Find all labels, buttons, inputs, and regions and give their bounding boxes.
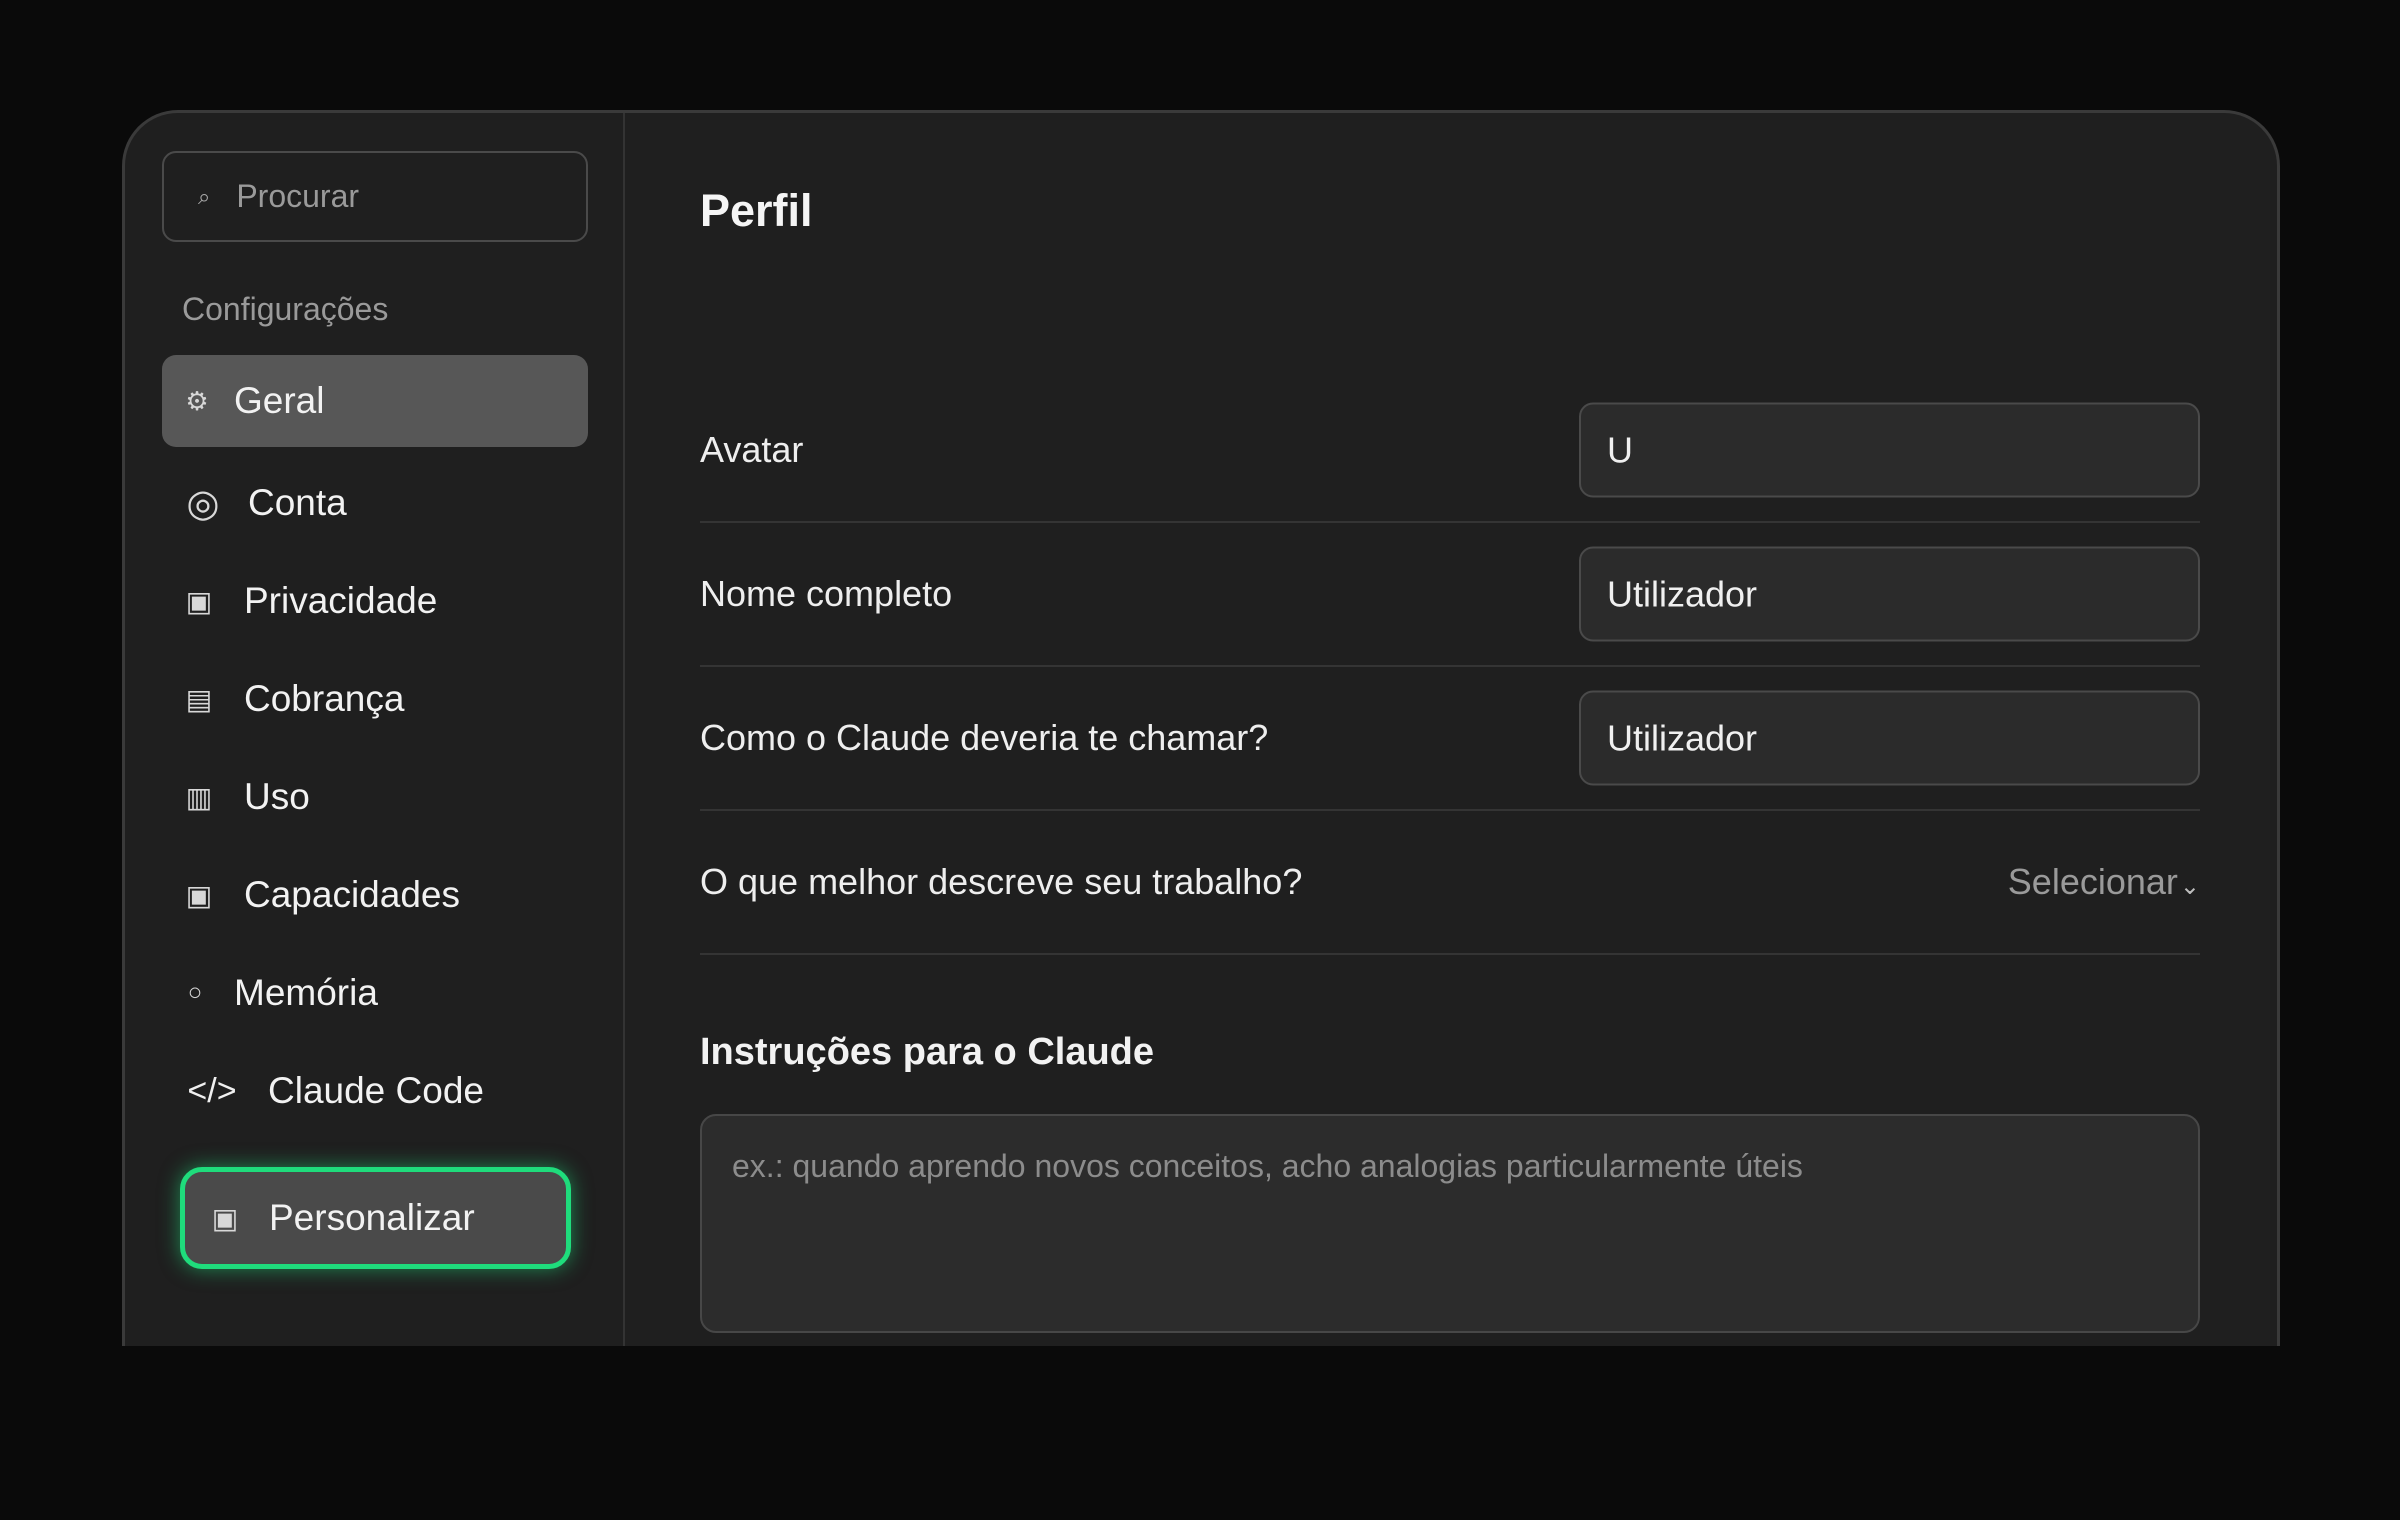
call-name-row: Como o Claude deveria te chamar? Utiliza… xyxy=(700,667,2200,811)
chevron-down-icon: ⌄ xyxy=(2179,873,2200,900)
sidebar-item-label: Uso xyxy=(244,776,310,817)
billing-icon: ▤ xyxy=(185,683,213,715)
search-placeholder: Procurar xyxy=(236,178,360,214)
sidebar-item-privacidade[interactable]: ▣ Privacidade xyxy=(162,555,588,647)
code-icon: </> xyxy=(187,1071,237,1110)
sidebar-item-label: Claude Code xyxy=(268,1070,484,1111)
settings-section-label: Configurações xyxy=(182,291,389,327)
capabilities-icon: ▣ xyxy=(185,879,213,911)
call-name-label: Como o Claude deveria te chamar? xyxy=(700,717,1269,758)
sidebar-item-label: Geral xyxy=(234,380,325,421)
sidebar-item-uso[interactable]: ▥ Uso xyxy=(162,751,588,843)
work-row: O que melhor descreve seu trabalho? Sele… xyxy=(700,811,2200,955)
sidebar-item-label: Personalizar xyxy=(269,1197,475,1238)
avatar-label: Avatar xyxy=(700,429,804,470)
search-icon: ⌕ xyxy=(198,183,211,209)
sidebar-item-claude-code[interactable]: </> Claude Code xyxy=(162,1045,588,1137)
full-name-row: Nome completo Utilizador xyxy=(700,523,2200,667)
search-input[interactable]: ⌕ Procurar xyxy=(162,151,588,242)
usage-icon: ▥ xyxy=(185,781,213,813)
page-title: Perfil xyxy=(700,185,813,236)
sidebar-item-capacidades[interactable]: ▣ Capacidades xyxy=(162,849,588,941)
sidebar-item-label: Memória xyxy=(234,972,378,1013)
work-select-value: Selecionar xyxy=(2007,861,2178,902)
instructions-title: Instruções para o Claude xyxy=(700,1031,1155,1073)
personalize-icon: ▣ xyxy=(211,1202,239,1234)
work-select[interactable]: Selecionar ⌄ xyxy=(2008,861,2200,903)
work-label: O que melhor descreve seu trabalho? xyxy=(700,861,1303,902)
gear-icon: ⚙ xyxy=(185,385,209,416)
instructions-placeholder: ex.: quando aprendo novos conceitos, ach… xyxy=(732,1148,1803,1184)
account-icon: ◎ xyxy=(186,482,220,525)
sidebar-item-geral[interactable]: ⚙ Geral xyxy=(162,355,588,447)
instructions-textarea[interactable]: ex.: quando aprendo novos conceitos, ach… xyxy=(700,1114,2200,1333)
sidebar-item-cobranca[interactable]: ▤ Cobrança xyxy=(162,653,588,745)
sidebar: ⌕ Procurar Configurações ⚙ Geral ◎ Conta… xyxy=(125,113,625,1346)
sidebar-item-label: Conta xyxy=(248,482,347,523)
privacy-icon: ▣ xyxy=(185,585,213,617)
avatar-field[interactable]: U xyxy=(1579,402,2200,498)
memory-icon: ○ xyxy=(187,979,203,1006)
sidebar-item-personalizar[interactable]: ▣ Personalizar xyxy=(180,1167,571,1269)
settings-window: ⌕ Procurar Configurações ⚙ Geral ◎ Conta… xyxy=(122,110,2280,1346)
main-panel: Perfil Avatar U Nome completo Utilizador… xyxy=(625,113,2277,1346)
full-name-label: Nome completo xyxy=(700,573,953,614)
avatar-row: Avatar U xyxy=(700,379,2200,523)
sidebar-item-label: Privacidade xyxy=(244,580,438,621)
sidebar-item-conta[interactable]: ◎ Conta xyxy=(162,457,588,549)
sidebar-item-label: Cobrança xyxy=(244,678,405,719)
sidebar-item-label: Capacidades xyxy=(244,874,460,915)
sidebar-item-memoria[interactable]: ○ Memória xyxy=(162,947,588,1039)
call-name-field[interactable]: Utilizador xyxy=(1579,690,2200,786)
full-name-field[interactable]: Utilizador xyxy=(1579,546,2200,642)
